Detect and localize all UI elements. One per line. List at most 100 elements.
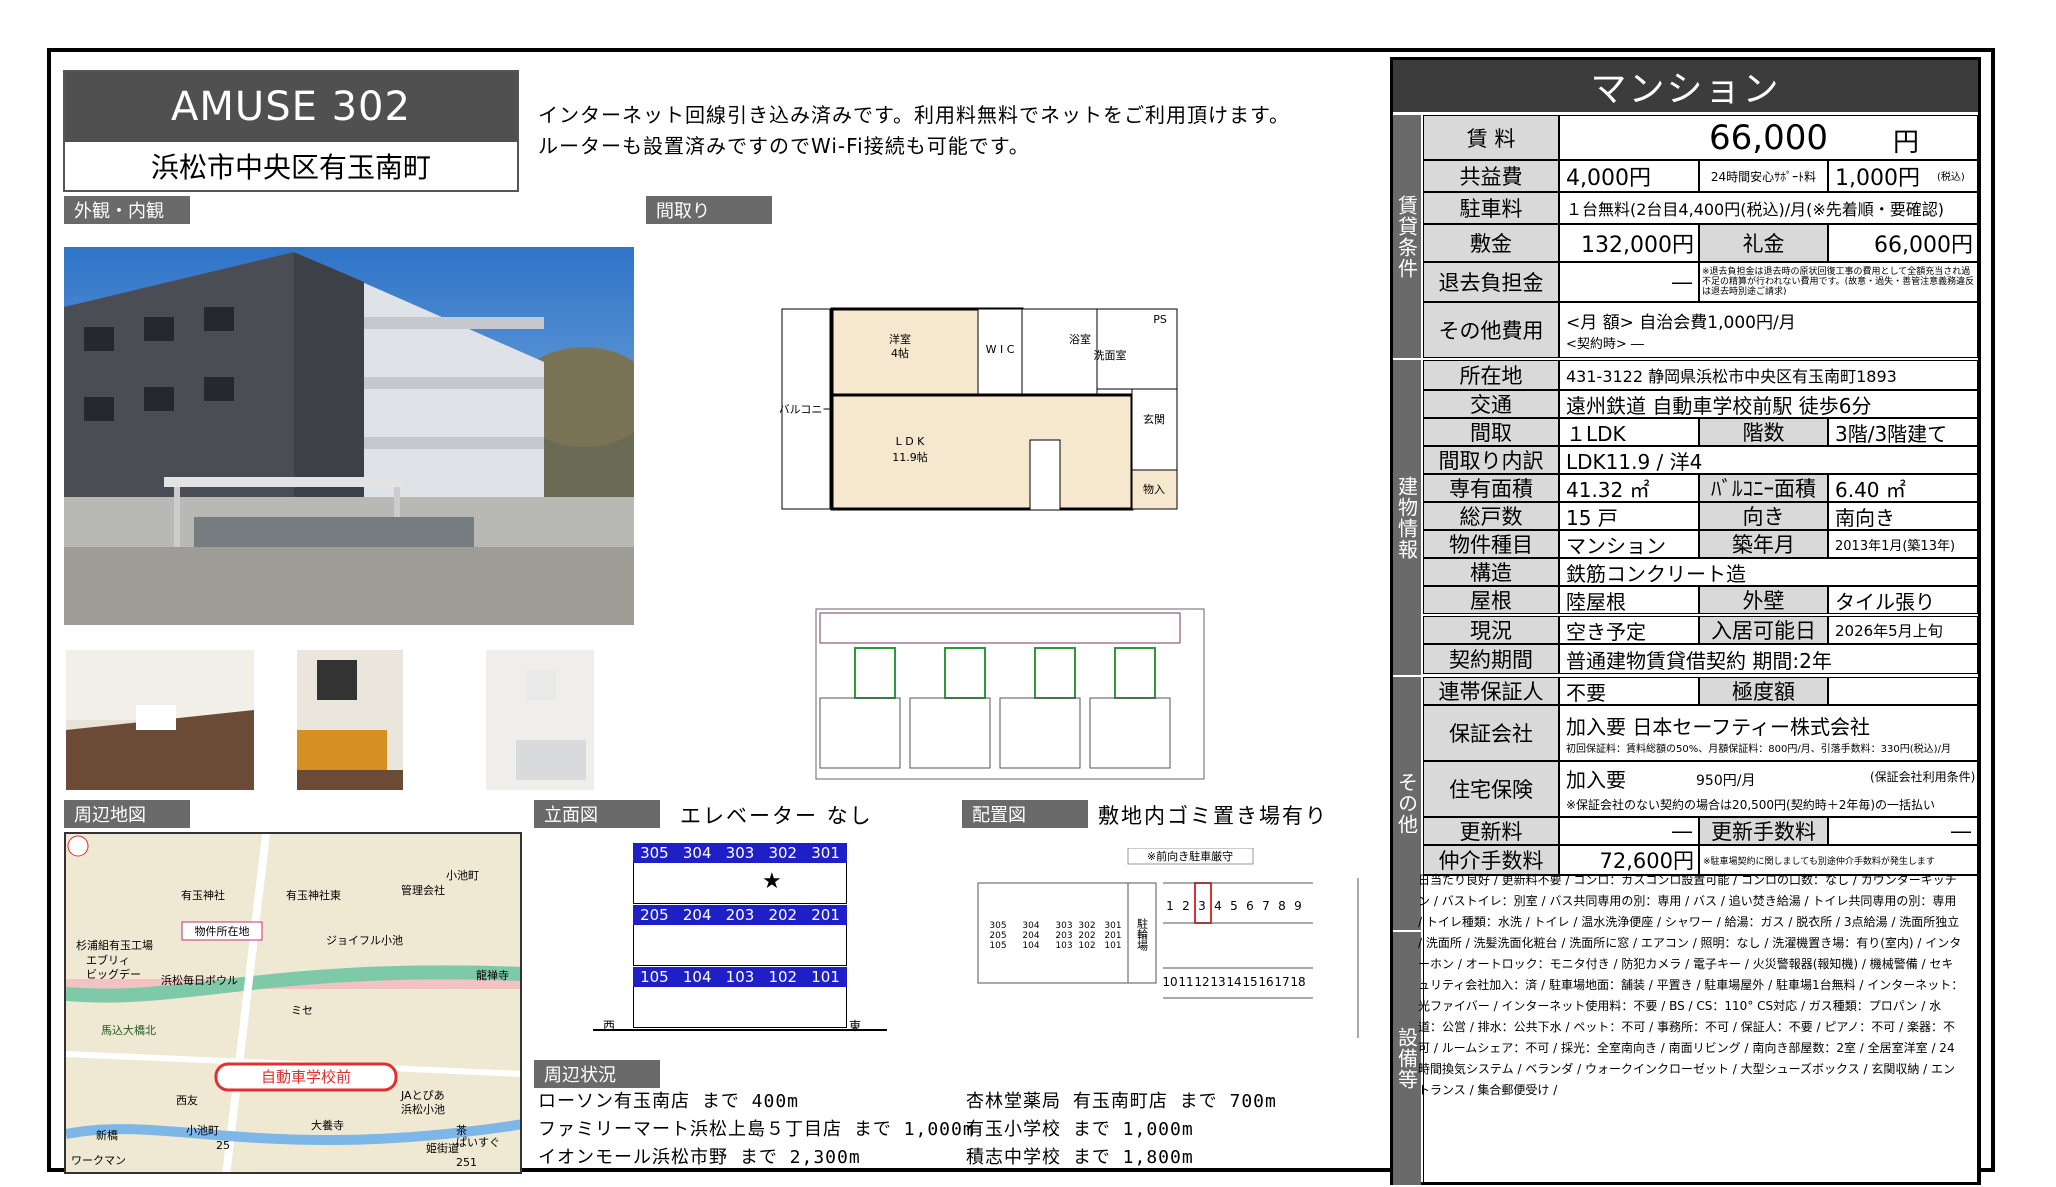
room-western-label: 洋室 xyxy=(889,332,911,346)
svg-text:1: 1 xyxy=(1166,899,1174,913)
room-western-size: 4帖 xyxy=(891,347,909,360)
floor-label: 階数 xyxy=(1699,418,1828,446)
exit-fee-note: ※退去負担金は退去時の原状回復工事の費用として全額充当され過不足の精算が行われな… xyxy=(1699,262,1978,302)
renewal-commission-value: ― xyxy=(1828,817,1978,845)
svg-text:305: 305 xyxy=(989,921,1006,931)
svg-text:14: 14 xyxy=(1226,975,1241,989)
unit-number: 204 xyxy=(682,906,712,924)
svg-text:205: 205 xyxy=(989,931,1006,941)
map-label: ジョイフル小池 xyxy=(326,934,403,947)
direction-label: 向き xyxy=(1699,502,1828,530)
property-title-box: AMUSE 302 浜松市中央区有玉南町 xyxy=(63,70,519,192)
rent-label: 賃 料 xyxy=(1423,115,1559,160)
direction-value: 南向き xyxy=(1828,502,1978,530)
map-label: 西友 xyxy=(176,1093,198,1107)
floor-1: 105 104 103 102 101 xyxy=(633,967,847,1029)
guarantee-company-note: 初回保証料：賃料総額の50%、月額保証料：800円/月、引落手数料：330円(税… xyxy=(1566,744,1951,755)
insurance-note: ※保証会社のない契約の場合は20,500円(契約時＋2年毎)の一括払い xyxy=(1566,798,1936,812)
common-fee-label: 共益費 xyxy=(1423,160,1559,192)
svg-text:101: 101 xyxy=(1104,941,1121,951)
tag-map: 周辺地図 xyxy=(64,800,190,828)
washroom-label: 洗面室 xyxy=(1094,348,1127,362)
move-in-label: 入居可能日 xyxy=(1699,616,1828,644)
parking-label: 駐車料 xyxy=(1423,192,1559,224)
structure-value: 鉄筋コンクリート造 xyxy=(1559,558,1978,586)
svg-text:303: 303 xyxy=(1055,921,1072,931)
svg-text:3: 3 xyxy=(1198,899,1206,913)
svg-text:5: 5 xyxy=(1230,899,1238,913)
svg-text:7: 7 xyxy=(1262,899,1270,913)
intro-line: ルーターも設置済みですのでWi-Fi接続も可能です。 xyxy=(538,134,1030,158)
map-label: 有玉神社東 xyxy=(286,888,341,902)
balcony-area-label: ﾊﾞﾙｺﾆｰ面積 xyxy=(1699,474,1828,502)
balcony-label: バルコニー xyxy=(780,403,833,416)
bike-label: 駐輪場 xyxy=(1136,917,1149,952)
map-label: 龍禅寺 xyxy=(476,968,509,982)
east-label: 東 xyxy=(849,1019,862,1033)
limit-value xyxy=(1828,677,1978,705)
svg-text:6: 6 xyxy=(1246,899,1254,913)
svg-text:4: 4 xyxy=(1214,899,1222,913)
map-label: 浜松毎日ボウル xyxy=(161,973,238,987)
svg-text:2: 2 xyxy=(1182,899,1190,913)
map-label: ぱいすぐ xyxy=(456,1136,500,1149)
storage-label: 物入 xyxy=(1143,482,1165,496)
built-value: 2013年1月(築13年) xyxy=(1828,530,1978,558)
insurance-cell: 加入要 950円/月 (保証会社利用条件) ※保証会社のない契約の場合は20,5… xyxy=(1559,761,1978,817)
unit-number: 303 xyxy=(725,844,755,862)
address-value: 431-3122 静岡県浜松市中央区有玉南町1893 xyxy=(1559,360,1978,390)
floor-plan: 洋室 4帖 W I C 浴室 洗面室 PS バルコニー L D K 11.9帖 … xyxy=(779,305,1252,515)
guarantor-value: 不要 xyxy=(1559,677,1699,705)
unit-number: 105 xyxy=(640,968,669,986)
limit-label: 極度額 xyxy=(1699,677,1828,705)
map-label: ビッグデー xyxy=(86,967,141,981)
type-value: マンション xyxy=(1559,530,1699,558)
map-property-label: 物件所在地 xyxy=(195,924,250,938)
svg-text:302: 302 xyxy=(1078,921,1095,931)
map-label: 姫街道 xyxy=(426,1141,459,1155)
unit-number: 205 xyxy=(640,906,669,924)
nearby-item: 有玉小学校 まで 1,000m xyxy=(966,1119,1194,1140)
tag-elevation: 立面図 xyxy=(534,800,660,828)
renewal-commission-label: 更新手数料 xyxy=(1699,817,1828,845)
map-label: 杉浦組有玉工場 xyxy=(76,938,153,952)
unit-number: 102 xyxy=(768,968,798,986)
other-cost-value: <月 額> 自治会費1,000円/月 <契約時> ― xyxy=(1559,302,1978,358)
ldk-label: L D K xyxy=(896,435,926,448)
map-label: 小池町 xyxy=(186,1124,219,1137)
property-type: マンション xyxy=(1393,60,1978,112)
map-label: 25 xyxy=(216,1139,230,1152)
nearby-item: ローソン有玉南店 まで 400m xyxy=(538,1091,800,1112)
svg-text:204: 204 xyxy=(1022,931,1039,941)
site-layout-diagram: ※前向き駐車厳守 駐輪場 305 205 105 304 204 104 303 203 1… xyxy=(968,847,1370,1038)
deposit-value: 132,000円 xyxy=(1559,224,1699,262)
svg-text:202: 202 xyxy=(1078,931,1095,941)
svg-text:301: 301 xyxy=(1104,921,1121,931)
wall-value: タイル張り xyxy=(1828,586,1978,614)
unit-number: 103 xyxy=(725,968,755,986)
svg-text:9: 9 xyxy=(1294,899,1302,913)
map-label: JAとぴあ xyxy=(400,1089,445,1102)
other-cost-contract: <契約時> ― xyxy=(1566,337,1644,352)
tag-layout: 配置図 xyxy=(962,800,1088,828)
section-facility: 設備等 xyxy=(1393,932,1421,1185)
parking-note: ※前向き駐車厳守 xyxy=(1147,849,1233,863)
other-cost-label: その他費用 xyxy=(1423,302,1559,358)
tag-floorplan: 間取り xyxy=(646,196,772,224)
section-rent: 賃貸条件 xyxy=(1393,115,1421,358)
map-label: 管理会社 xyxy=(401,883,445,897)
traffic-value: 遠州鉄道 自動車学校前駅 徒歩6分 xyxy=(1559,390,1978,418)
unit-number: 304 xyxy=(682,844,712,862)
guarantee-company-label: 保証会社 xyxy=(1423,705,1559,761)
ps-label: PS xyxy=(1153,313,1167,326)
svg-text:102: 102 xyxy=(1078,941,1095,951)
interior-photo-bath xyxy=(486,650,594,790)
guarantor-label: 連帯保証人 xyxy=(1423,677,1559,705)
exit-fee-label: 退去負担金 xyxy=(1423,262,1559,302)
intro-text: インターネット回線引き込み済みです。利用料無料でネットをご利用頂けます。 ルータ… xyxy=(538,100,1290,162)
svg-text:13: 13 xyxy=(1210,975,1225,989)
unit-number: 201 xyxy=(811,906,840,924)
unit-number: 301 xyxy=(811,844,840,862)
guarantee-company-value: 加入要 日本セーフティー株式会社 xyxy=(1566,715,1870,739)
map-label: 大養寺 xyxy=(311,1118,344,1132)
